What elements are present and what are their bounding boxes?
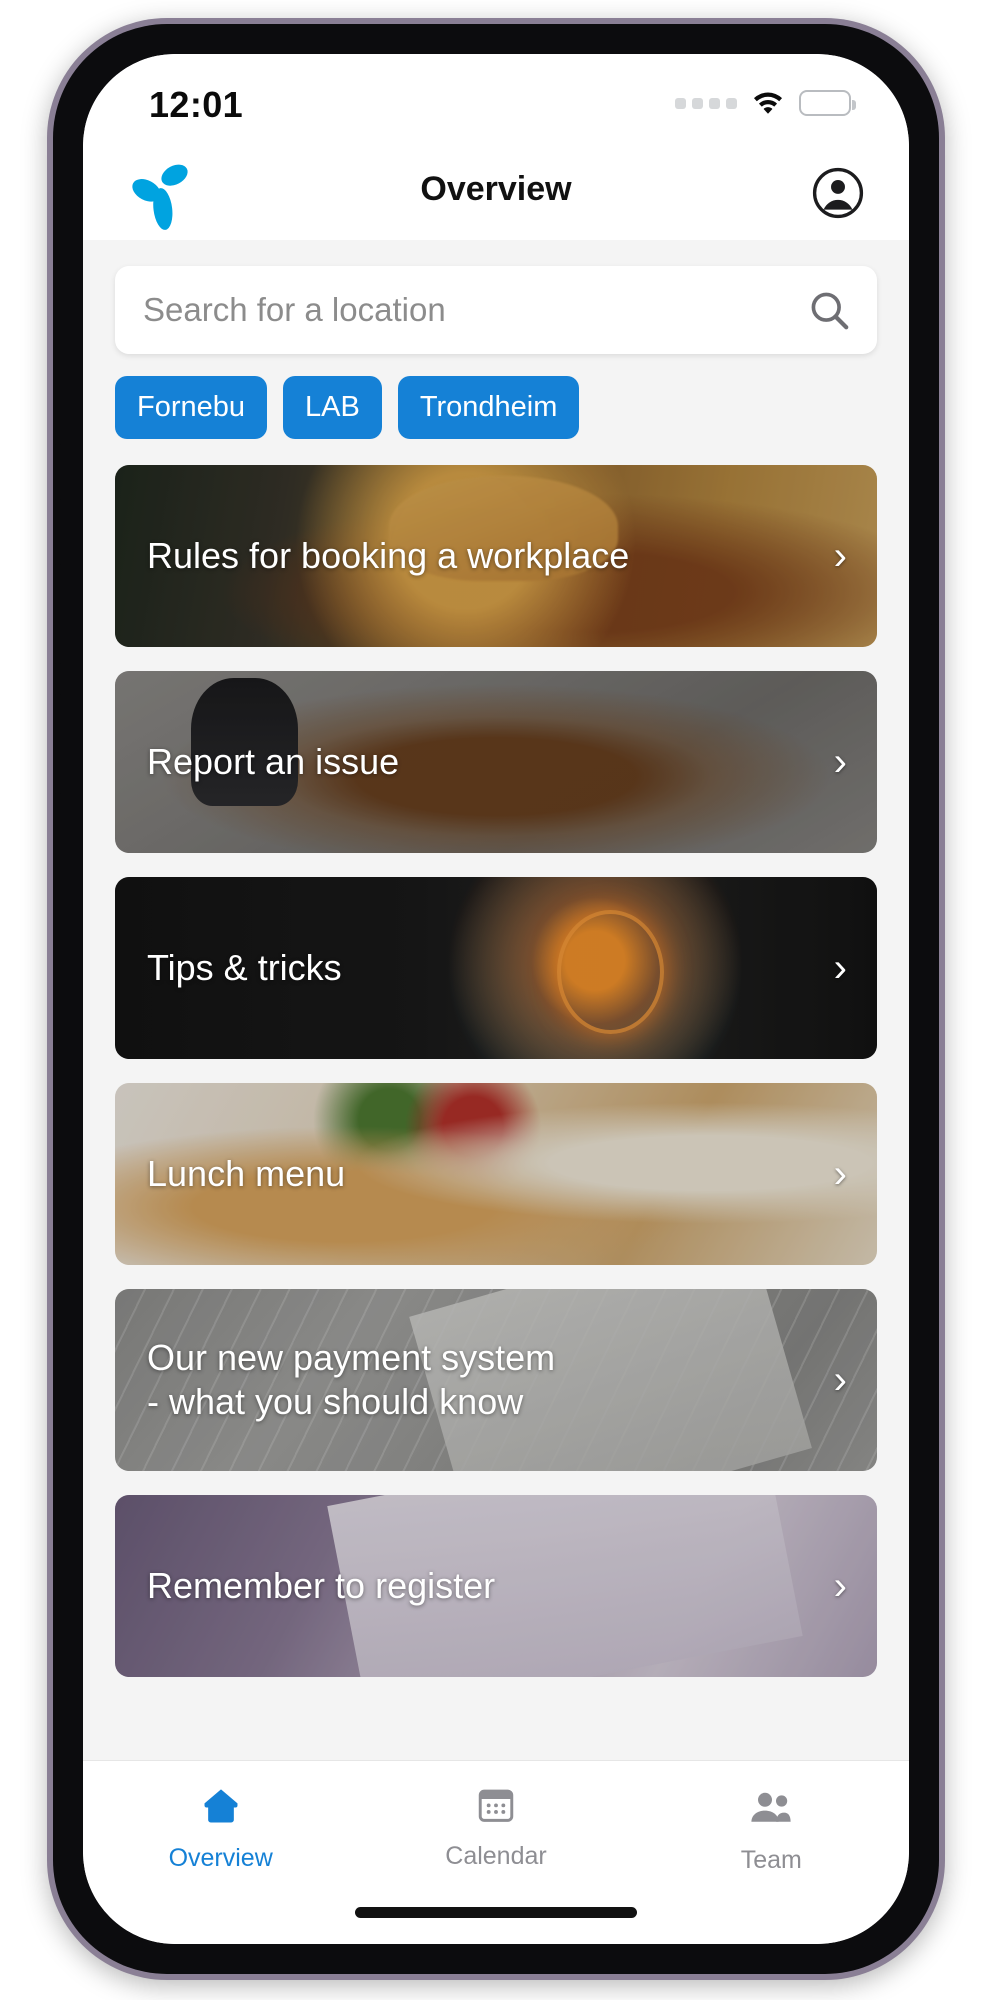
card-list: Rules for booking a workplace › Report an … <box>83 439 909 1677</box>
phone-bezel: 12:01 Overview Search for a location For… <box>53 24 939 1974</box>
card-title: Rules for booking a workplace <box>147 535 630 577</box>
location-chip-trondheim[interactable]: Trondheim <box>397 376 580 439</box>
page-title: Overview <box>420 170 572 208</box>
people-icon <box>747 1783 795 1836</box>
location-chip-lab[interactable]: LAB <box>283 376 382 439</box>
card-title: Report an issue <box>147 741 400 783</box>
card-title: Lunch menu <box>147 1153 346 1195</box>
tab-calendar[interactable]: Calendar <box>358 1783 633 1871</box>
wifi-icon <box>753 92 783 114</box>
chevron-right-icon[interactable]: › <box>834 536 847 576</box>
battery-icon <box>799 90 856 116</box>
home-icon <box>198 1783 244 1834</box>
chevron-right-icon[interactable]: › <box>834 1360 847 1400</box>
chevron-right-icon[interactable]: › <box>834 742 847 782</box>
power-button[interactable] <box>929 624 939 774</box>
mute-switch[interactable] <box>53 444 63 500</box>
status-bar-time: 12:01 <box>149 84 244 125</box>
tab-label: Overview <box>168 1844 273 1872</box>
location-chip-list: Fornebu LAB Trondheim <box>83 354 909 439</box>
phone-frame: 12:01 Overview Search for a location For… <box>47 18 945 1980</box>
main-content: FornebuLABTrondheim Rules for booking a … <box>83 240 909 1760</box>
content-card[interactable]: Our new payment system - what you should… <box>115 1289 877 1471</box>
card-title: Remember to register <box>147 1565 496 1607</box>
card-title: Our new payment system - what you should… <box>147 1337 556 1422</box>
content-card[interactable]: Rules for booking a workplace › <box>115 465 877 647</box>
chevron-right-icon[interactable]: › <box>834 1154 847 1194</box>
account-circle-icon[interactable] <box>811 166 865 220</box>
tab-overview[interactable]: Overview <box>83 1783 358 1873</box>
tab-label: Calendar <box>445 1842 547 1870</box>
volume-up-button[interactable] <box>53 564 63 664</box>
content-card[interactable]: Remember to register › <box>115 1495 877 1677</box>
app-header: Overview <box>83 150 909 240</box>
search-icon[interactable] <box>807 288 851 332</box>
phone-screen: 12:01 Overview Search for a location For… <box>83 54 909 1944</box>
content-card[interactable]: Tips & tricks › <box>115 877 877 1059</box>
signal-dots-icon <box>675 97 737 109</box>
screenshot-root: 12:01 Overview Search for a location For… <box>0 0 992 2000</box>
home-indicator[interactable] <box>355 1907 637 1918</box>
status-bar: 12:01 <box>83 54 909 150</box>
chevron-right-icon[interactable]: › <box>834 1566 847 1606</box>
search-bar[interactable] <box>115 266 877 354</box>
chevron-right-icon[interactable]: › <box>834 948 847 988</box>
tab-label: Team <box>740 1846 802 1874</box>
search-section <box>83 240 909 354</box>
location-chip-fornebu[interactable]: Fornebu <box>115 376 268 439</box>
search-input[interactable] <box>115 266 877 354</box>
card-title: Tips & tricks <box>147 947 342 989</box>
volume-down-button[interactable] <box>53 694 63 794</box>
content-card[interactable]: Lunch menu › <box>115 1083 877 1265</box>
status-bar-icons <box>675 90 856 116</box>
calendar-icon <box>474 1783 518 1832</box>
content-card[interactable]: Report an issue › <box>115 671 877 853</box>
tab-team[interactable]: Team <box>634 1783 909 1875</box>
